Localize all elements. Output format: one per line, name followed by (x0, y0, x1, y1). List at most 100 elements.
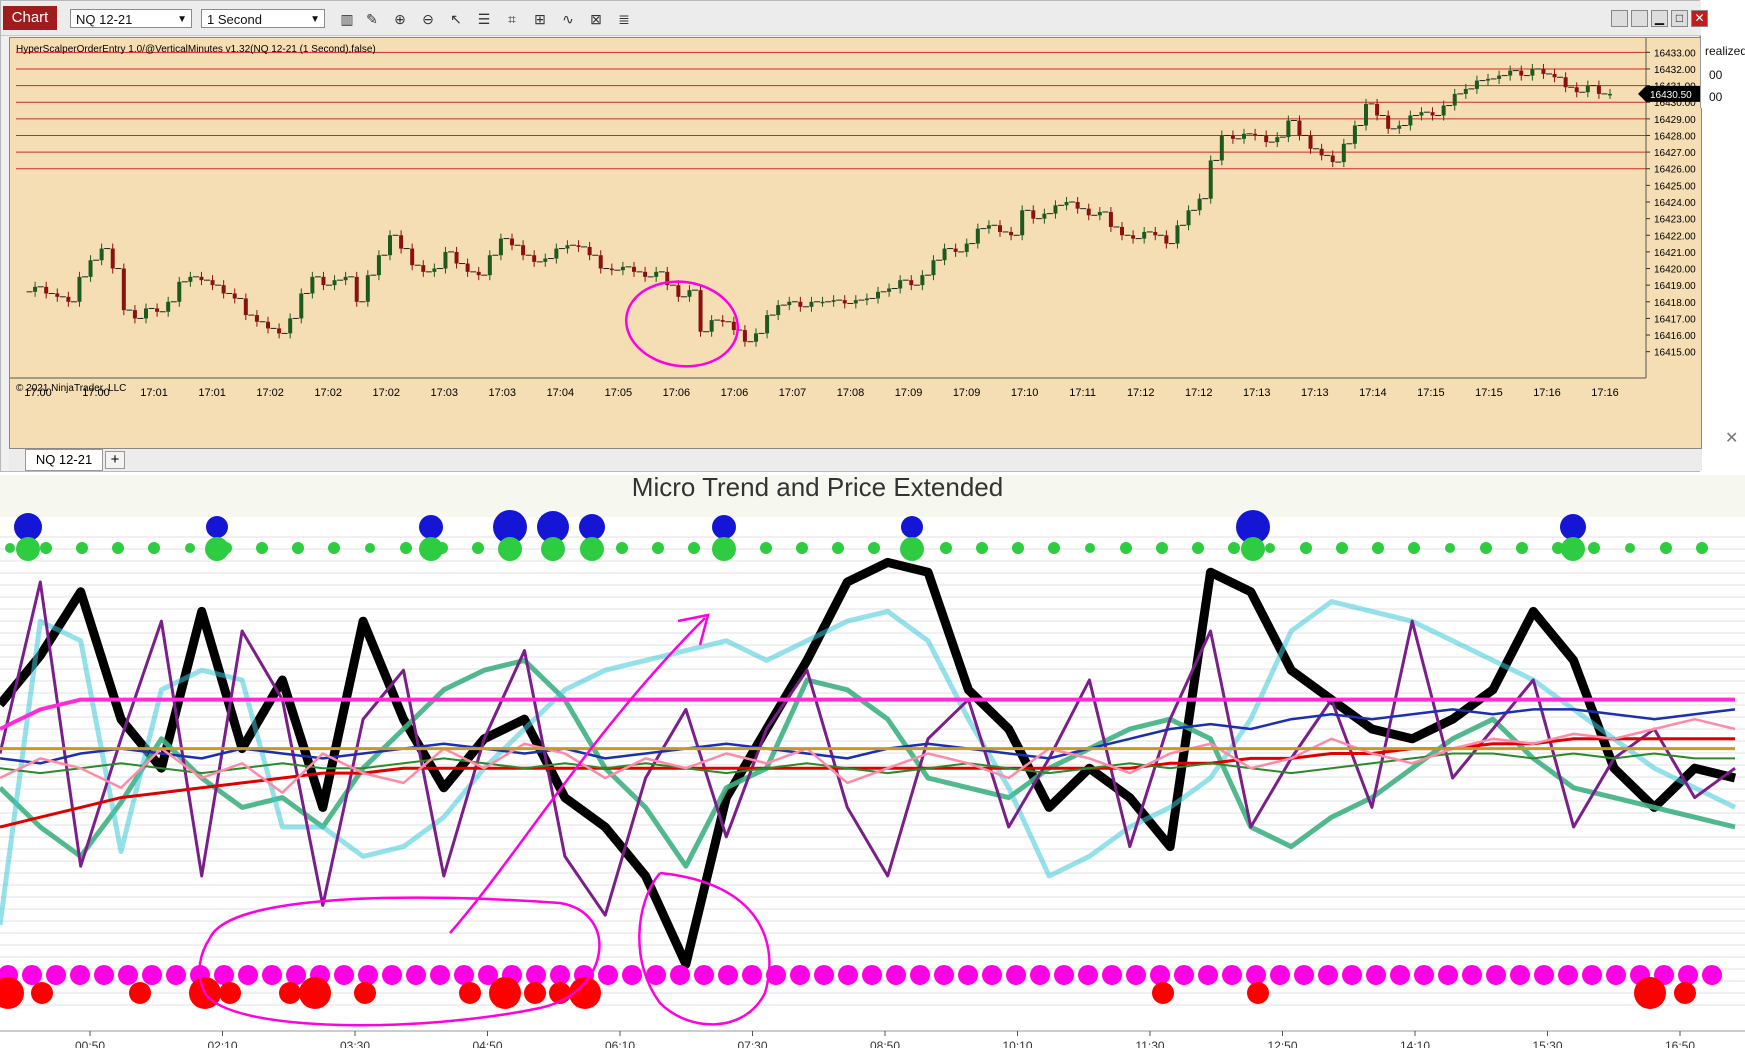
zoom-out-icon[interactable]: ⊖ (419, 10, 437, 28)
marker-red (1634, 977, 1666, 1009)
tab-nq-12-21[interactable]: NQ 12-21 (25, 449, 103, 471)
marker-green (419, 537, 443, 561)
candle-body (809, 301, 814, 307)
candle-body (1319, 148, 1324, 156)
properties-icon[interactable]: ☰ (475, 10, 493, 28)
chart-toolbar: Chart NQ 12-21 ▼ 1 Second ▼ ▥ ✎ ⊕ ⊖ ↖ ☰ … (1, 1, 1708, 36)
marker-green (1480, 542, 1492, 554)
marker-magenta (1534, 965, 1554, 985)
marker-red (129, 982, 151, 1004)
candle-body (521, 245, 526, 256)
marker-green (900, 537, 924, 561)
chart-label[interactable]: Chart (3, 6, 57, 30)
candle-body (410, 248, 415, 266)
marker-magenta (94, 965, 114, 985)
marker-green (472, 542, 484, 554)
candle-body (365, 275, 370, 302)
candle-body (44, 286, 49, 294)
marker-magenta (430, 965, 450, 985)
x-tick-label: 17:13 (1243, 387, 1271, 399)
candle-body (1330, 155, 1335, 163)
y-tick-label: 16423.00 (1654, 215, 1696, 226)
chart-trader-icon[interactable]: ⊠ (587, 10, 605, 28)
candle-body (1608, 93, 1612, 96)
marker-magenta (670, 965, 690, 985)
price-chart-svg[interactable]: 16433.0016432.0016431.0016430.0016429.00… (10, 38, 1703, 450)
marker-green (498, 537, 522, 561)
marker-magenta (1078, 965, 1098, 985)
strategies-icon[interactable]: ⊞ (531, 10, 549, 28)
x-tick-label: 17:12 (1185, 387, 1213, 399)
add-tab-button[interactable]: + (105, 451, 125, 469)
price-chart-panel[interactable]: 16433.0016432.0016431.0016430.0016429.00… (9, 37, 1703, 450)
marker-green (1408, 542, 1420, 554)
interval-select[interactable]: 1 Second ▼ (201, 9, 325, 28)
y-tick-label: 16432.00 (1654, 65, 1696, 76)
marker-green (1561, 537, 1585, 561)
candle-body (1142, 231, 1147, 239)
restore-icon[interactable] (1611, 10, 1628, 27)
candle-body (1219, 135, 1224, 161)
candle-body (1131, 235, 1136, 239)
x-tick-label: 17:06 (663, 387, 691, 399)
candle-body (388, 235, 392, 256)
marker-magenta (166, 965, 186, 985)
marker-magenta (1198, 965, 1218, 985)
marker-magenta (718, 965, 738, 985)
x-tick-label: 02:10 (207, 1039, 237, 1048)
marker-magenta (838, 965, 858, 985)
x-tick-label: 17:15 (1417, 387, 1445, 399)
candle-body (221, 285, 226, 294)
x-tick-label: 17:03 (489, 387, 517, 399)
marker-green (1012, 542, 1024, 554)
tile-icon[interactable] (1631, 10, 1648, 27)
marker-magenta (934, 965, 954, 985)
candle-body (88, 260, 93, 277)
marker-green (832, 542, 844, 554)
cursor-icon[interactable]: ↖ (447, 10, 465, 28)
candle-body (1230, 135, 1235, 139)
indicators-icon[interactable]: ∿ (559, 10, 577, 28)
realized-value-1: 00 (1709, 68, 1723, 82)
data-box-icon[interactable]: ⌗ (503, 10, 521, 28)
candle-body (1108, 211, 1113, 227)
y-tick-label: 16420.00 (1654, 265, 1696, 276)
marker-green (1300, 542, 1312, 554)
candle-body (199, 276, 204, 281)
marker-blue (14, 513, 42, 541)
close-icon[interactable]: ✕ (1725, 428, 1738, 448)
pencil-icon[interactable]: ✎ (363, 10, 381, 28)
candle-body (609, 268, 614, 271)
candle-body (554, 248, 559, 259)
candle-body (964, 243, 969, 252)
marker-green (1156, 542, 1168, 554)
y-tick-label: 16417.00 (1654, 314, 1696, 325)
candle-body (288, 318, 293, 334)
chevron-down-icon: ▼ (310, 14, 320, 25)
candle-body (432, 268, 437, 272)
candle-body (598, 255, 603, 269)
x-tick-label: 12:50 (1267, 1039, 1297, 1048)
close-icon[interactable]: ✕ (1691, 10, 1708, 27)
candle-body (1120, 226, 1124, 236)
candle-body (709, 320, 714, 332)
bar-chart-icon[interactable]: ▥ (338, 10, 356, 28)
maximize-icon[interactable]: □ (1671, 10, 1688, 27)
marker-magenta (1246, 965, 1266, 985)
y-tick-label: 16426.00 (1654, 165, 1696, 176)
candle-body (277, 328, 282, 334)
zoom-in-icon[interactable]: ⊕ (391, 10, 409, 28)
candle-body (998, 225, 1002, 232)
list-icon[interactable]: ≣ (615, 10, 633, 28)
x-tick-label: 17:07 (779, 387, 807, 399)
candle-body (55, 293, 60, 297)
marker-magenta (286, 965, 306, 985)
candle-body (376, 255, 381, 276)
marker-magenta (1150, 965, 1170, 985)
marker-magenta (1174, 965, 1194, 985)
y-tick-label: 16418.00 (1654, 298, 1696, 309)
minimize-icon[interactable]: ▁ (1651, 10, 1668, 27)
marker-blue (1560, 514, 1586, 540)
instrument-select[interactable]: NQ 12-21 ▼ (70, 9, 192, 28)
candle-body (1275, 137, 1280, 143)
